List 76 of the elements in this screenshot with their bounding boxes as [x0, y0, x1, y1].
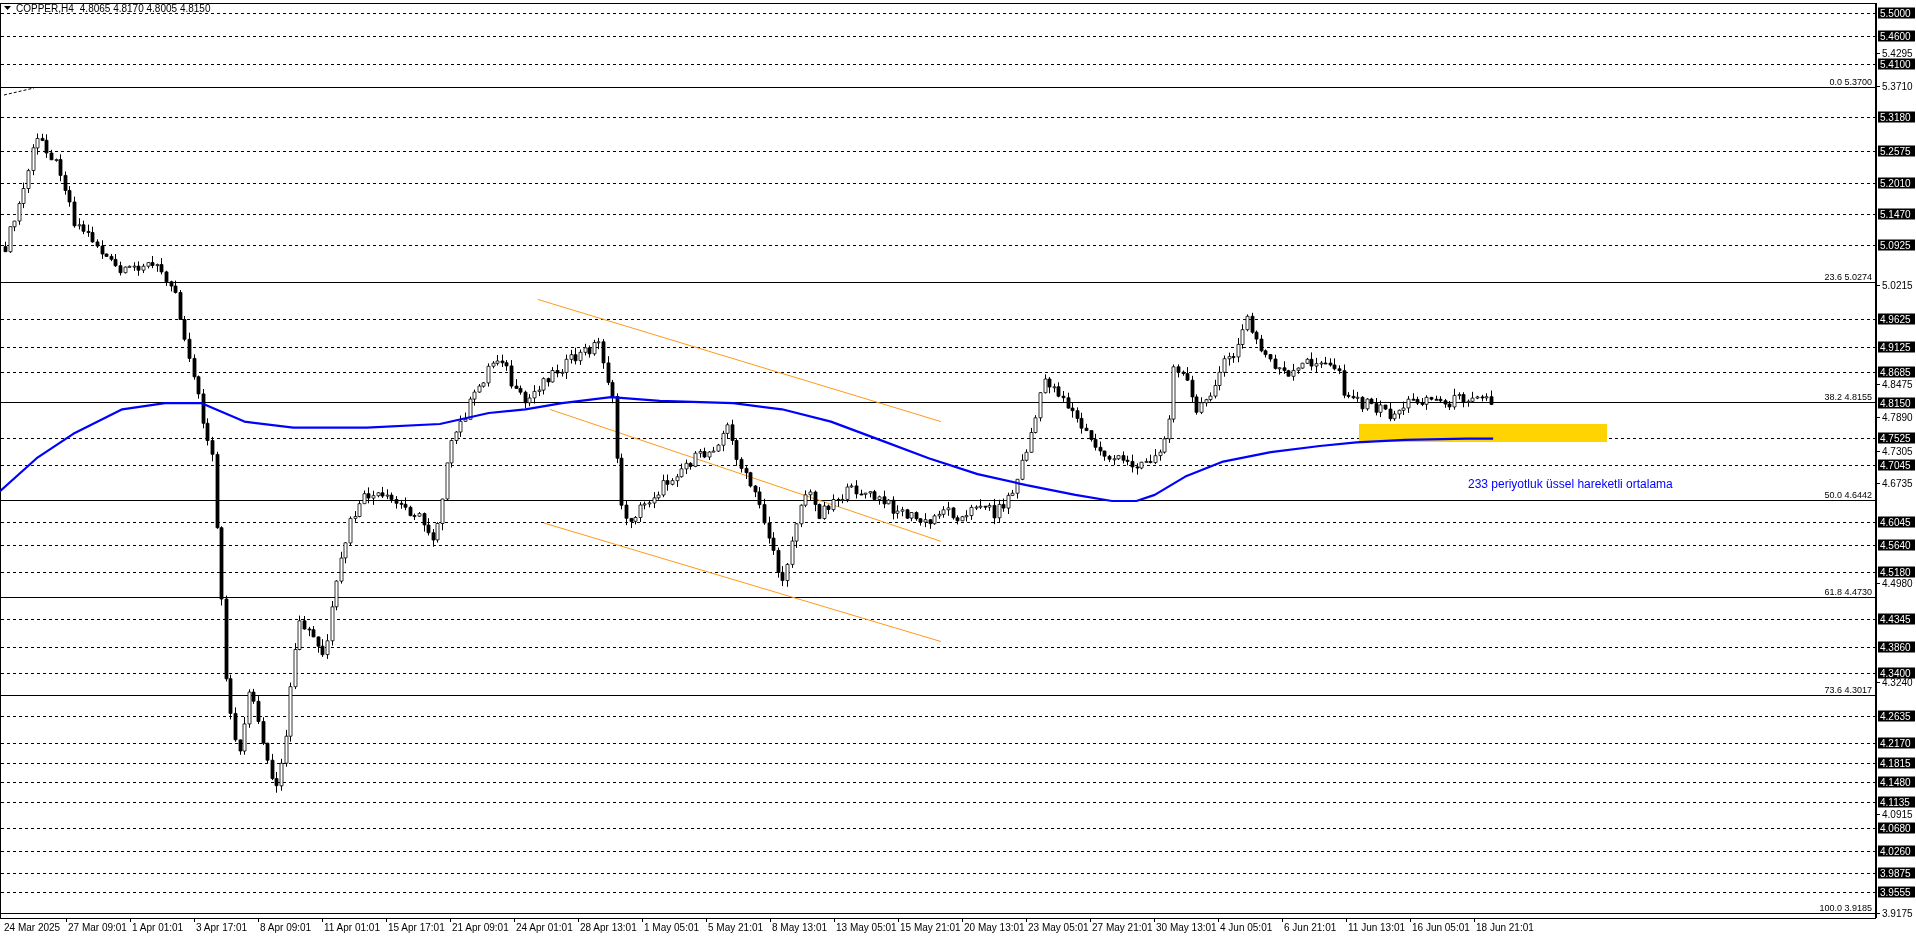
price-label: 4.6045: [1878, 516, 1915, 528]
time-label: 15 Apr 17:01: [388, 922, 445, 933]
price-label: 4.7045: [1878, 459, 1915, 471]
price-scale-label: 5.0215: [1882, 280, 1913, 291]
price-label: 4.9125: [1878, 341, 1915, 353]
time-label: 1 May 05:01: [644, 922, 700, 933]
price-label: 4.5640: [1878, 539, 1915, 551]
price-label: 5.4100: [1878, 58, 1915, 70]
time-label: 8 Apr 09:01: [260, 922, 312, 933]
price-label: 3.9875: [1878, 867, 1915, 879]
time-label: 24 Mar 2025: [4, 922, 61, 933]
time-label: 11 Apr 01:01: [324, 922, 380, 933]
price-label: 4.7525: [1878, 432, 1915, 444]
time-label: 20 May 13:01: [964, 922, 1025, 933]
time-label: 8 May 13:01: [772, 922, 828, 933]
fibonacci-level-label: 0.0 5.3700: [1829, 76, 1872, 87]
symbol-label: COPPER,H4: [16, 3, 74, 14]
price-label: 4.1815: [1878, 757, 1915, 769]
price-label: 5.1470: [1878, 208, 1915, 220]
price-scale-label: 4.6735: [1882, 478, 1913, 489]
price-label: 5.3180: [1878, 111, 1915, 123]
price-scale-label: 4.4980: [1882, 578, 1913, 589]
price-scale-label: 5.4295: [1882, 48, 1913, 59]
price-scale-label: 3.9175: [1882, 908, 1913, 919]
price-label: 3.9555: [1878, 886, 1915, 898]
price-scale-label: 4.3240: [1882, 677, 1913, 688]
time-label: 28 Apr 13:01: [580, 922, 637, 933]
time-label: 1 Apr 01:01: [132, 922, 184, 933]
time-label: 5 May 21:01: [708, 922, 764, 933]
price-scale-label: 4.7890: [1882, 412, 1913, 423]
triangle-icon[interactable]: [4, 6, 11, 10]
price-label: 4.8685: [1878, 366, 1915, 378]
time-label: 30 May 13:01: [1156, 922, 1217, 933]
price-label: 4.3400: [1878, 667, 1915, 679]
time-label: 21 Apr 09:01: [452, 922, 509, 933]
price-label: 5.4600: [1878, 30, 1915, 42]
price-label: 4.2635: [1878, 710, 1915, 722]
price-label: 4.9625: [1878, 313, 1915, 325]
price-scale-label: 4.7305: [1882, 446, 1913, 457]
price-label: 4.0260: [1878, 845, 1915, 857]
price-label: 5.5000: [1878, 7, 1915, 19]
time-label: 16 Jun 05:01: [1412, 922, 1470, 933]
chart-annotation: 233 periyotluk üssel hareketli ortalama: [1468, 477, 1673, 491]
time-label: 27 May 21:01: [1092, 922, 1153, 933]
time-label: 27 Mar 09:01: [68, 922, 127, 933]
fibonacci-level-label: 73.6 4.3017: [1824, 684, 1872, 695]
time-label: 3 Apr 17:01: [196, 922, 248, 933]
price-label: 5.2575: [1878, 145, 1915, 157]
fibonacci-level-label: 23.6 5.0274: [1824, 271, 1872, 282]
time-label: 23 May 05:01: [1028, 922, 1089, 933]
price-label: 4.8150: [1878, 397, 1915, 409]
fibonacci-level-label: 100.0 3.9185: [1819, 902, 1872, 913]
fibonacci-level-label: 38.2 4.8155: [1824, 391, 1872, 402]
time-label: 11 Jun 13:01: [1348, 922, 1406, 933]
fibonacci-level-label: 61.8 4.4730: [1824, 586, 1872, 597]
price-label: 4.2170: [1878, 737, 1915, 749]
fibonacci-level-label: 50.0 4.6442: [1824, 489, 1872, 500]
price-scale-label: 4.0915: [1882, 809, 1913, 820]
price-label: 4.4345: [1878, 613, 1915, 625]
price-label: 4.1480: [1878, 776, 1915, 788]
price-label: 4.5180: [1878, 566, 1915, 578]
price-label: 4.3860: [1878, 641, 1915, 653]
time-label: 13 May 05:01: [836, 922, 897, 933]
ohlc-values: 4.8065 4.8170 4.8005 4.8150: [79, 3, 211, 14]
time-label: 4 Jun 05:01: [1220, 922, 1273, 933]
time-label: 24 Apr 01:01: [516, 922, 573, 933]
price-label: 5.0925: [1878, 239, 1915, 251]
price-label: 5.2010: [1878, 177, 1915, 189]
price-label: 4.1135: [1878, 796, 1915, 808]
time-label: 15 May 21:01: [900, 922, 961, 933]
price-scale-label: 5.3710: [1882, 81, 1913, 92]
price-label: 4.0680: [1878, 822, 1915, 834]
time-label: 18 Jun 21:01: [1476, 922, 1534, 933]
time-label: 6 Jun 21:01: [1284, 922, 1337, 933]
trend-line: [3, 87, 35, 96]
price-scale-label: 4.8475: [1882, 379, 1913, 390]
